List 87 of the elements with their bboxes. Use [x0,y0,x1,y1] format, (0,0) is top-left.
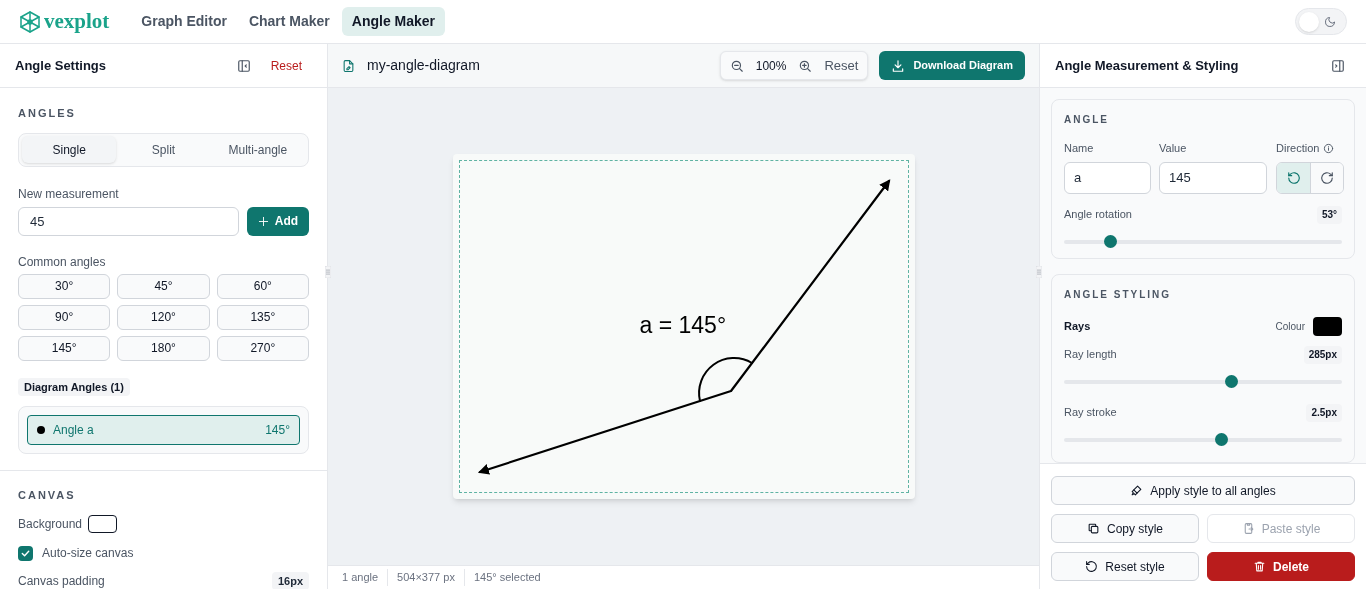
undo-icon [1085,560,1099,573]
section-heading: ANGLE STYLING [1064,287,1173,302]
angle-preset[interactable]: 60° [216,273,309,299]
theme-toggle[interactable] [1295,8,1347,35]
direction-button[interactable] [1277,162,1310,193]
angle-preset[interactable]: 135° [216,304,309,330]
mode-tab[interactable]: Multi-angle [210,136,305,163]
counterclockwise-icon [1286,170,1301,185]
field-label: Common angles [18,253,107,271]
collapse-panel-icon[interactable] [1331,58,1345,73]
color-swatch[interactable] [88,515,118,533]
style-button[interactable]: Apply style to all angles [1051,476,1355,505]
section-heading: CANVAS [18,487,77,503]
slider-label: Angle rotation [1064,207,1133,223]
value-field[interactable]: 145 [1159,161,1267,194]
field-label: Direction [1276,141,1320,156]
angle-preset[interactable]: 45° [117,273,210,299]
angle-list-item[interactable]: Angle a 145° [27,414,300,445]
slider-label: Ray stroke [1064,405,1118,421]
download-icon [891,58,906,73]
angle-value: 145° [265,421,290,439]
status-text: 504×377 px [387,569,455,586]
value-badge: 2.5px [1306,403,1342,422]
file-name: my-angle-diagram [367,56,481,75]
angle-preset[interactable]: 145° [18,335,111,361]
color-swatch[interactable] [1313,316,1342,336]
name-field[interactable]: a [1064,161,1151,194]
field-label: Value [1159,141,1188,156]
status-text: 1 angle [342,570,379,586]
download-button[interactable]: Download Diagram [879,51,1025,80]
delete-button[interactable]: Delete [1207,552,1355,581]
slider-thumb[interactable] [1215,432,1229,446]
brush-icon [1130,484,1144,497]
copy-icon [1087,522,1100,535]
info-icon [1323,142,1335,154]
angle-preset[interactable]: 30° [18,273,111,299]
field-label: Background [18,516,83,533]
section-heading: ANGLE [1064,113,1110,127]
slider-thumb[interactable] [1104,234,1118,248]
drag-handle-icon[interactable] [325,266,331,278]
reset-link[interactable]: Reset [270,56,302,75]
zoom-out-icon[interactable] [729,58,744,73]
value-badge: 53° [1316,205,1342,224]
angle-preset[interactable]: 270° [216,335,309,361]
checkbox-label: Auto-size canvas [42,545,134,562]
slider-label: Ray length [1064,347,1118,363]
drag-handle-icon[interactable] [1036,266,1042,278]
zoom-in-icon[interactable] [798,58,813,73]
field-label: Name [1064,141,1095,156]
field-label: New measurement [18,185,120,203]
field-label: Canvas padding [18,573,106,589]
style-button[interactable]: Reset style [1051,552,1199,581]
file-icon [342,58,355,73]
zoom-level: 100% [754,57,788,75]
mode-tab[interactable]: Single [22,136,117,163]
list-badge: Diagram Angles (1) [18,377,130,396]
plus-icon [257,215,269,227]
moon-icon [1324,15,1336,28]
add-button[interactable]: Add [247,206,309,236]
nav-tab[interactable]: Chart Maker [238,7,340,36]
direction-button[interactable] [1310,162,1343,193]
logo-text: vexplot [44,11,110,32]
slider-thumb[interactable] [1224,374,1238,388]
angle-preset[interactable]: 120° [117,304,210,330]
trash-icon [1253,560,1266,573]
collapse-panel-icon[interactable] [236,58,251,73]
value-badge: 285px [1303,345,1342,364]
checkbox[interactable] [18,545,33,561]
hexagon-network-icon [19,9,41,34]
panel-title: Angle Settings [15,56,107,75]
subsection-label: Rays [1064,318,1092,334]
style-button[interactable]: Copy style [1051,514,1199,543]
value-badge: 16px [271,572,309,589]
angle-preset[interactable]: 90° [18,304,111,330]
zoom-reset-button[interactable]: Reset [824,55,859,76]
field-label: Colour [1275,319,1305,334]
section-heading: ANGLES [18,106,77,121]
status-text: 145° selected [463,569,541,586]
mode-tab[interactable]: Split [116,136,211,163]
angle-label: a = 145° [639,314,727,337]
measurement-field[interactable]: 45 [18,206,239,236]
nav-tab[interactable]: Angle Maker [341,7,446,36]
angle-name: Angle a [53,421,95,439]
nav-tab[interactable]: Graph Editor [131,7,237,36]
angle-preset[interactable]: 180° [117,335,210,361]
clockwise-icon [1320,170,1334,185]
panel-title: Angle Measurement & Styling [1055,56,1240,75]
